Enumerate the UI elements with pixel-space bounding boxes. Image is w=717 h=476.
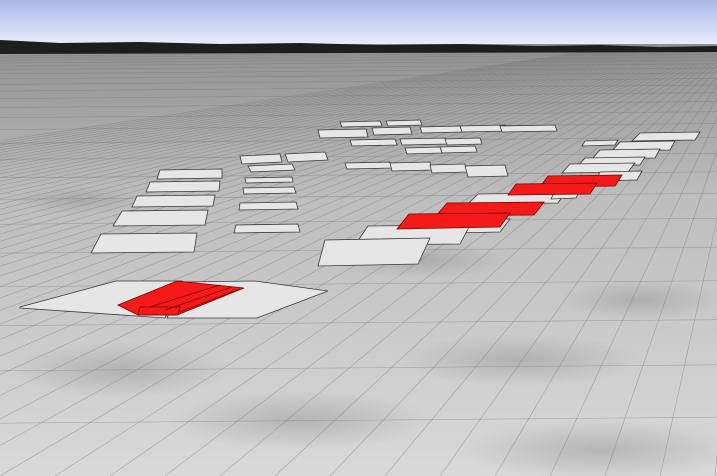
field-cell[interactable] (444, 137, 483, 146)
field-cell[interactable] (344, 161, 393, 170)
field-cell[interactable] (499, 124, 558, 133)
field-cell[interactable] (239, 153, 283, 165)
field-cell[interactable] (419, 125, 463, 134)
field-cell[interactable] (631, 131, 701, 142)
field-cell-highlighted[interactable] (396, 212, 511, 230)
field-cell[interactable] (244, 176, 294, 184)
field-cell-highlighted[interactable] (507, 182, 598, 196)
field-cell[interactable] (145, 180, 221, 193)
field-cell[interactable] (389, 161, 433, 172)
field-cell[interactable] (429, 163, 468, 174)
field-cell[interactable] (317, 237, 431, 267)
field-cell[interactable] (112, 209, 209, 227)
sky (0, 0, 717, 48)
field-cell[interactable] (238, 201, 299, 211)
field-cell[interactable] (233, 223, 301, 234)
field-cell[interactable] (464, 164, 509, 178)
field-cell[interactable] (156, 168, 223, 180)
field-cell[interactable] (581, 139, 619, 147)
field-cell-highlighted[interactable] (137, 306, 181, 316)
3d-map-viewport[interactable] (0, 0, 717, 476)
field-cell[interactable] (284, 151, 329, 163)
field-cell[interactable] (242, 186, 297, 195)
field-cell[interactable] (404, 146, 443, 155)
field-cell[interactable] (385, 119, 423, 127)
field-cell[interactable] (339, 120, 383, 128)
field-cell[interactable] (399, 137, 448, 146)
scene-canvas[interactable] (0, 0, 717, 476)
field-cell[interactable] (90, 232, 198, 254)
field-cell[interactable] (439, 145, 478, 154)
field-cell[interactable] (131, 194, 216, 208)
field-cell[interactable] (349, 138, 398, 147)
field-cell[interactable] (371, 126, 413, 136)
field-cell[interactable] (317, 128, 369, 139)
